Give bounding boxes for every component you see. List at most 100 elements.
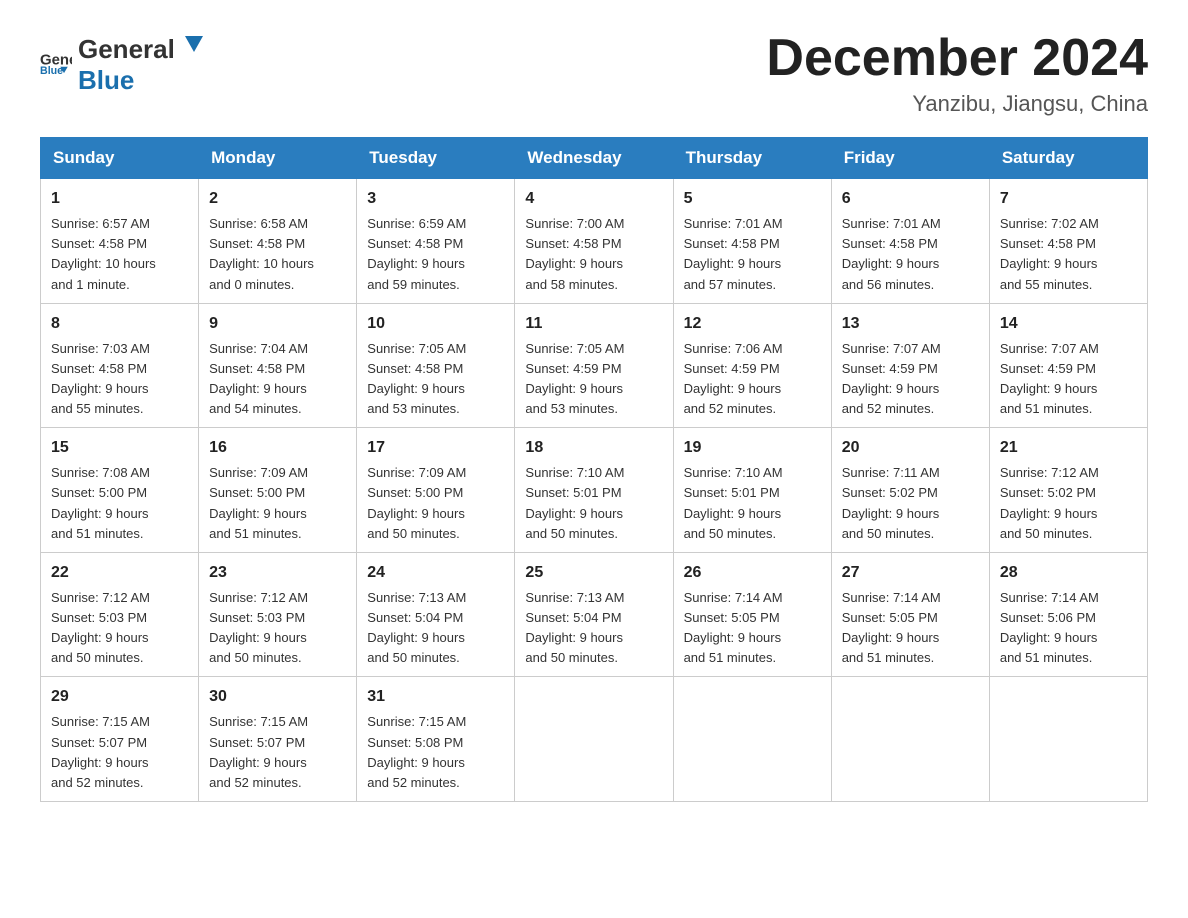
day-cell: 14 Sunrise: 7:07 AMSunset: 4:59 PMDaylig…	[989, 303, 1147, 428]
day-cell: 6 Sunrise: 7:01 AMSunset: 4:58 PMDayligh…	[831, 179, 989, 304]
day-cell: 30 Sunrise: 7:15 AMSunset: 5:07 PMDaylig…	[199, 677, 357, 802]
day-cell: 11 Sunrise: 7:05 AMSunset: 4:59 PMDaylig…	[515, 303, 673, 428]
col-wednesday: Wednesday	[515, 138, 673, 179]
day-number: 22	[51, 561, 188, 585]
day-cell: 20 Sunrise: 7:11 AMSunset: 5:02 PMDaylig…	[831, 428, 989, 553]
day-info: Sunrise: 7:01 AMSunset: 4:58 PMDaylight:…	[684, 214, 821, 295]
day-cell	[515, 677, 673, 802]
day-info: Sunrise: 6:58 AMSunset: 4:58 PMDaylight:…	[209, 214, 346, 295]
col-monday: Monday	[199, 138, 357, 179]
day-cell: 18 Sunrise: 7:10 AMSunset: 5:01 PMDaylig…	[515, 428, 673, 553]
day-cell	[673, 677, 831, 802]
day-info: Sunrise: 7:07 AMSunset: 4:59 PMDaylight:…	[842, 339, 979, 420]
day-number: 2	[209, 187, 346, 211]
day-info: Sunrise: 7:04 AMSunset: 4:58 PMDaylight:…	[209, 339, 346, 420]
day-cell: 29 Sunrise: 7:15 AMSunset: 5:07 PMDaylig…	[41, 677, 199, 802]
day-number: 28	[1000, 561, 1137, 585]
day-number: 26	[684, 561, 821, 585]
day-info: Sunrise: 7:15 AMSunset: 5:07 PMDaylight:…	[209, 712, 346, 793]
day-info: Sunrise: 7:10 AMSunset: 5:01 PMDaylight:…	[684, 463, 821, 544]
day-number: 31	[367, 685, 504, 709]
day-number: 16	[209, 436, 346, 460]
day-number: 20	[842, 436, 979, 460]
calendar-table: Sunday Monday Tuesday Wednesday Thursday…	[40, 137, 1148, 802]
title-area: December 2024 Yanzibu, Jiangsu, China	[766, 30, 1148, 117]
day-cell: 17 Sunrise: 7:09 AMSunset: 5:00 PMDaylig…	[357, 428, 515, 553]
col-friday: Friday	[831, 138, 989, 179]
day-number: 19	[684, 436, 821, 460]
day-info: Sunrise: 7:01 AMSunset: 4:58 PMDaylight:…	[842, 214, 979, 295]
day-cell: 28 Sunrise: 7:14 AMSunset: 5:06 PMDaylig…	[989, 552, 1147, 677]
day-number: 4	[525, 187, 662, 211]
day-info: Sunrise: 7:15 AMSunset: 5:08 PMDaylight:…	[367, 712, 504, 793]
day-info: Sunrise: 7:00 AMSunset: 4:58 PMDaylight:…	[525, 214, 662, 295]
day-number: 7	[1000, 187, 1137, 211]
day-number: 13	[842, 312, 979, 336]
month-title: December 2024	[766, 30, 1148, 87]
day-info: Sunrise: 7:08 AMSunset: 5:00 PMDaylight:…	[51, 463, 188, 544]
week-row-5: 29 Sunrise: 7:15 AMSunset: 5:07 PMDaylig…	[41, 677, 1148, 802]
day-info: Sunrise: 7:14 AMSunset: 5:06 PMDaylight:…	[1000, 588, 1137, 669]
day-cell	[989, 677, 1147, 802]
day-number: 27	[842, 561, 979, 585]
day-cell: 19 Sunrise: 7:10 AMSunset: 5:01 PMDaylig…	[673, 428, 831, 553]
day-cell: 22 Sunrise: 7:12 AMSunset: 5:03 PMDaylig…	[41, 552, 199, 677]
day-info: Sunrise: 7:07 AMSunset: 4:59 PMDaylight:…	[1000, 339, 1137, 420]
day-info: Sunrise: 7:05 AMSunset: 4:58 PMDaylight:…	[367, 339, 504, 420]
day-number: 3	[367, 187, 504, 211]
day-info: Sunrise: 6:57 AMSunset: 4:58 PMDaylight:…	[51, 214, 188, 295]
calendar-body: 1 Sunrise: 6:57 AMSunset: 4:58 PMDayligh…	[41, 179, 1148, 802]
day-number: 5	[684, 187, 821, 211]
day-cell: 27 Sunrise: 7:14 AMSunset: 5:05 PMDaylig…	[831, 552, 989, 677]
day-number: 29	[51, 685, 188, 709]
day-number: 11	[525, 312, 662, 336]
day-cell: 13 Sunrise: 7:07 AMSunset: 4:59 PMDaylig…	[831, 303, 989, 428]
week-row-3: 15 Sunrise: 7:08 AMSunset: 5:00 PMDaylig…	[41, 428, 1148, 553]
day-cell: 16 Sunrise: 7:09 AMSunset: 5:00 PMDaylig…	[199, 428, 357, 553]
day-number: 14	[1000, 312, 1137, 336]
day-cell: 12 Sunrise: 7:06 AMSunset: 4:59 PMDaylig…	[673, 303, 831, 428]
day-number: 30	[209, 685, 346, 709]
day-number: 21	[1000, 436, 1137, 460]
day-info: Sunrise: 7:12 AMSunset: 5:02 PMDaylight:…	[1000, 463, 1137, 544]
day-cell: 1 Sunrise: 6:57 AMSunset: 4:58 PMDayligh…	[41, 179, 199, 304]
day-info: Sunrise: 7:15 AMSunset: 5:07 PMDaylight:…	[51, 712, 188, 793]
day-cell: 21 Sunrise: 7:12 AMSunset: 5:02 PMDaylig…	[989, 428, 1147, 553]
day-number: 18	[525, 436, 662, 460]
col-saturday: Saturday	[989, 138, 1147, 179]
col-sunday: Sunday	[41, 138, 199, 179]
day-number: 6	[842, 187, 979, 211]
day-info: Sunrise: 7:11 AMSunset: 5:02 PMDaylight:…	[842, 463, 979, 544]
day-cell: 31 Sunrise: 7:15 AMSunset: 5:08 PMDaylig…	[357, 677, 515, 802]
day-info: Sunrise: 7:14 AMSunset: 5:05 PMDaylight:…	[842, 588, 979, 669]
day-info: Sunrise: 7:02 AMSunset: 4:58 PMDaylight:…	[1000, 214, 1137, 295]
day-number: 24	[367, 561, 504, 585]
day-cell	[831, 677, 989, 802]
page-header: General Blue General Blue December 2024 …	[40, 30, 1148, 117]
day-info: Sunrise: 7:13 AMSunset: 5:04 PMDaylight:…	[367, 588, 504, 669]
day-info: Sunrise: 7:09 AMSunset: 5:00 PMDaylight:…	[209, 463, 346, 544]
week-row-2: 8 Sunrise: 7:03 AMSunset: 4:58 PMDayligh…	[41, 303, 1148, 428]
day-info: Sunrise: 7:12 AMSunset: 5:03 PMDaylight:…	[209, 588, 346, 669]
day-cell: 25 Sunrise: 7:13 AMSunset: 5:04 PMDaylig…	[515, 552, 673, 677]
day-info: Sunrise: 7:03 AMSunset: 4:58 PMDaylight:…	[51, 339, 188, 420]
day-number: 1	[51, 187, 188, 211]
day-cell: 3 Sunrise: 6:59 AMSunset: 4:58 PMDayligh…	[357, 179, 515, 304]
day-cell: 23 Sunrise: 7:12 AMSunset: 5:03 PMDaylig…	[199, 552, 357, 677]
day-info: Sunrise: 7:09 AMSunset: 5:00 PMDaylight:…	[367, 463, 504, 544]
day-number: 17	[367, 436, 504, 460]
week-row-1: 1 Sunrise: 6:57 AMSunset: 4:58 PMDayligh…	[41, 179, 1148, 304]
day-cell: 8 Sunrise: 7:03 AMSunset: 4:58 PMDayligh…	[41, 303, 199, 428]
day-number: 15	[51, 436, 188, 460]
day-cell: 4 Sunrise: 7:00 AMSunset: 4:58 PMDayligh…	[515, 179, 673, 304]
logo-triangle-icon	[177, 30, 205, 58]
day-cell: 26 Sunrise: 7:14 AMSunset: 5:05 PMDaylig…	[673, 552, 831, 677]
day-number: 9	[209, 312, 346, 336]
logo-icon: General Blue	[40, 47, 72, 79]
location: Yanzibu, Jiangsu, China	[766, 91, 1148, 117]
day-info: Sunrise: 7:05 AMSunset: 4:59 PMDaylight:…	[525, 339, 662, 420]
day-info: Sunrise: 7:13 AMSunset: 5:04 PMDaylight:…	[525, 588, 662, 669]
logo-text-general: General	[78, 34, 175, 65]
day-info: Sunrise: 7:10 AMSunset: 5:01 PMDaylight:…	[525, 463, 662, 544]
day-number: 10	[367, 312, 504, 336]
